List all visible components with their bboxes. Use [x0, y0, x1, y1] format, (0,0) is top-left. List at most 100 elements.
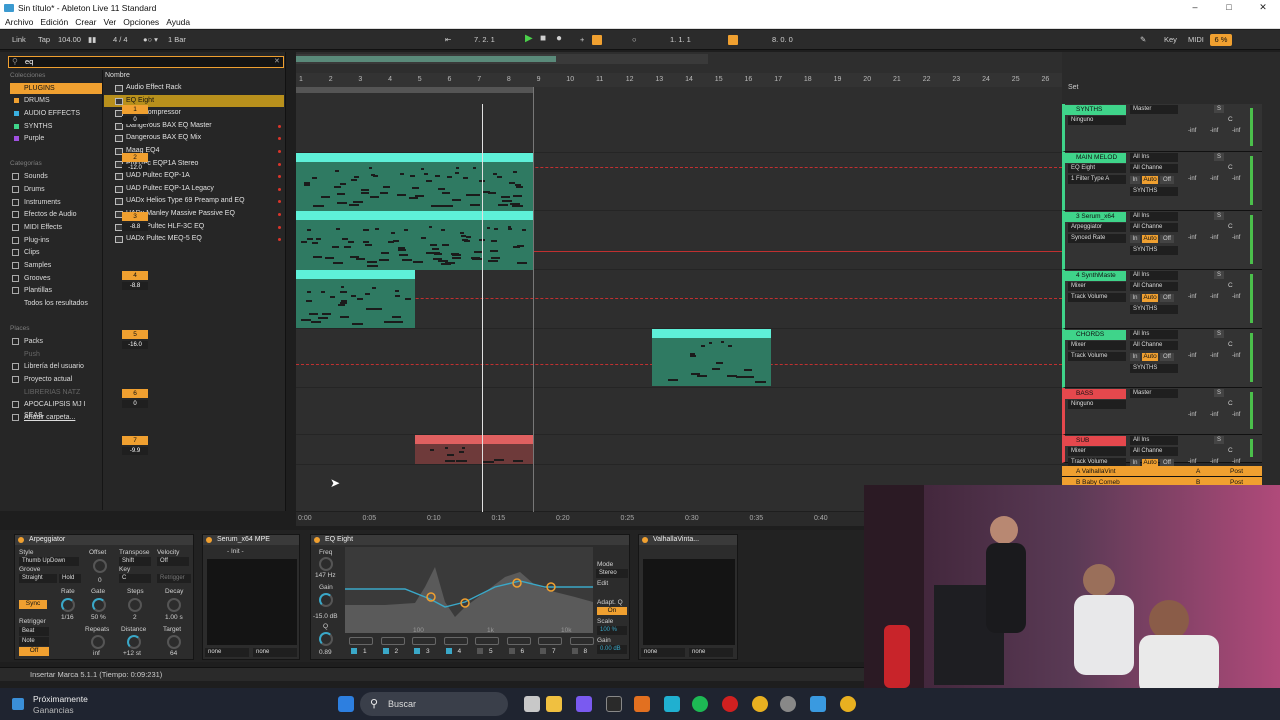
eq-band-filter-type[interactable]: [349, 637, 373, 645]
monitor-off-button[interactable]: Off: [1160, 294, 1174, 302]
browser-search-input[interactable]: eq: [8, 56, 284, 68]
category-instruments[interactable]: Instruments: [10, 197, 102, 208]
menu-ayuda[interactable]: Ayuda: [166, 17, 190, 27]
eq-band-filter-type[interactable]: [475, 637, 499, 645]
input-channel-select[interactable]: All Channe: [1130, 282, 1178, 291]
solo-button[interactable]: S: [1214, 271, 1224, 279]
clip-header[interactable]: [415, 435, 534, 444]
solo-button[interactable]: S: [1214, 153, 1224, 161]
eq-band-filter-type[interactable]: [538, 637, 562, 645]
valhalla-header[interactable]: ValhallaVinta...: [639, 535, 737, 545]
menu-opciones[interactable]: Opciones: [123, 17, 159, 27]
monitor-in-button[interactable]: In: [1130, 294, 1140, 302]
loop-icon[interactable]: ○: [632, 35, 637, 44]
tempo-field[interactable]: 104.00: [58, 35, 81, 44]
gain-knob[interactable]: [319, 593, 333, 607]
app-icon[interactable]: [780, 696, 796, 712]
style-select[interactable]: Thumb UpDown: [19, 557, 79, 566]
output-gain-field[interactable]: 0.00 dB: [597, 645, 627, 654]
sync-button[interactable]: Sync: [19, 600, 47, 609]
serum-preset[interactable]: - Init -: [227, 548, 244, 555]
collection-synths[interactable]: SYNTHS: [10, 121, 102, 132]
eq-band-number[interactable]: 7: [552, 648, 556, 655]
offset-knob[interactable]: [93, 559, 107, 573]
eq-band-toggle[interactable]: [571, 648, 578, 654]
valhalla-plugin-view[interactable]: [643, 559, 735, 645]
automation-device-select[interactable]: Mixer: [1068, 341, 1126, 350]
category-midi-effects[interactable]: MIDI Effects: [10, 222, 102, 233]
overdub-icon[interactable]: +: [580, 35, 584, 44]
eq-band-filter-type[interactable]: [569, 637, 594, 645]
solo-button[interactable]: S: [1214, 330, 1224, 338]
stop-icon[interactable]: ■: [540, 33, 546, 44]
automation-parameter-select[interactable]: Track Volume: [1068, 352, 1126, 361]
category-templates[interactable]: Plantillas: [10, 285, 102, 296]
track-name[interactable]: SYNTHS: [1064, 105, 1126, 115]
eq-band-toggle[interactable]: [508, 648, 515, 654]
monitor-auto-button[interactable]: Auto: [1142, 294, 1158, 302]
automation-parameter-select[interactable]: Track Volume: [1068, 293, 1126, 302]
pan-field[interactable]: C: [1228, 447, 1233, 454]
scale-field[interactable]: 100 %: [597, 626, 627, 635]
output-select[interactable]: SYNTHS: [1130, 364, 1178, 373]
menu-edicion[interactable]: Edición: [40, 17, 68, 27]
track-name[interactable]: 4 SynthMaste: [1064, 271, 1126, 281]
place-current-project[interactable]: Proyecto actual: [10, 374, 102, 385]
track-activator[interactable]: 6: [122, 389, 148, 398]
beat-ruler[interactable]: 1 2 3 4 5 6 7 8 9 10 11 12 13 14 15 16 17 18 19 20 21 22 23 24 2…: [296, 73, 1062, 87]
close-icon[interactable]: ✕: [1246, 2, 1280, 13]
chrome-icon[interactable]: [840, 696, 856, 712]
track-activator[interactable]: 7: [122, 436, 148, 445]
name-column-header[interactable]: Nombre: [105, 72, 130, 79]
track-name[interactable]: BASS: [1064, 389, 1126, 399]
mode-select[interactable]: Stereo: [596, 569, 628, 578]
eq-band-number[interactable]: 4: [458, 648, 462, 655]
tap-button[interactable]: Tap: [38, 35, 50, 44]
power-icon[interactable]: [314, 537, 320, 543]
decay-knob[interactable]: [167, 598, 181, 612]
track-name[interactable]: 3 Serum_x64: [1064, 212, 1126, 222]
repeats-knob[interactable]: [91, 635, 105, 649]
eq-band-number[interactable]: 5: [489, 648, 493, 655]
valhalla-macro-select[interactable]: none: [641, 648, 685, 657]
track-lane-bass[interactable]: [296, 388, 1062, 435]
browser-item[interactable]: UAD Pultec EQP-1A Legacy: [104, 183, 284, 195]
gate-knob[interactable]: [92, 598, 106, 612]
draw-mode-icon[interactable]: ✎: [1140, 35, 1146, 44]
monitor-auto-button[interactable]: Auto: [1142, 235, 1158, 243]
power-icon[interactable]: [206, 537, 212, 543]
key-map-button[interactable]: Key: [1164, 35, 1177, 44]
serum-macro-select[interactable]: none: [205, 648, 249, 657]
loop-length-field[interactable]: 8. 0. 0: [772, 35, 793, 44]
volume-field[interactable]: -8.8: [122, 282, 148, 290]
menu-ver[interactable]: Ver: [104, 17, 117, 27]
pan-field[interactable]: C: [1228, 341, 1233, 348]
eq-band-toggle[interactable]: [445, 648, 452, 654]
copilot-icon[interactable]: [576, 696, 592, 712]
time-signature[interactable]: 4 / 4: [113, 35, 128, 44]
quantize-select[interactable]: 1 Bar: [168, 35, 186, 44]
solo-button[interactable]: S: [1214, 436, 1224, 444]
eq-band-toggle[interactable]: [540, 648, 546, 654]
time-axis[interactable]: 0:00 0:05 0:10 0:15 0:20 0:25 0:30 0:35 0:40: [296, 512, 866, 526]
hold-button[interactable]: Hold: [59, 574, 81, 583]
pan-field[interactable]: C: [1228, 164, 1233, 171]
input-select[interactable]: Ninguno: [1068, 116, 1126, 125]
chrome-icon[interactable]: [752, 696, 768, 712]
input-type-select[interactable]: Master: [1130, 105, 1178, 114]
eq-band-number[interactable]: 8: [584, 648, 588, 655]
metronome-dots-icon[interactable]: ●○ ▾: [143, 35, 158, 44]
solo-button[interactable]: S: [1214, 212, 1224, 220]
taskbar-search[interactable]: Buscar: [360, 692, 508, 716]
eq-band-toggle[interactable]: [382, 648, 389, 654]
freq-knob[interactable]: [319, 557, 333, 571]
input-type-select[interactable]: Master: [1130, 389, 1178, 398]
browser-item[interactable]: Audio Effect Rack: [104, 82, 284, 94]
monitor-auto-button[interactable]: Auto: [1142, 353, 1158, 361]
place-user-library[interactable]: Librería del usuario: [10, 361, 102, 372]
menu-crear[interactable]: Crear: [75, 17, 96, 27]
follow-icon[interactable]: ⇤: [445, 35, 451, 44]
monitor-auto-button[interactable]: Auto: [1142, 176, 1158, 184]
output-select[interactable]: SYNTHS: [1130, 305, 1178, 314]
input-type-select[interactable]: All Ins: [1130, 212, 1178, 221]
